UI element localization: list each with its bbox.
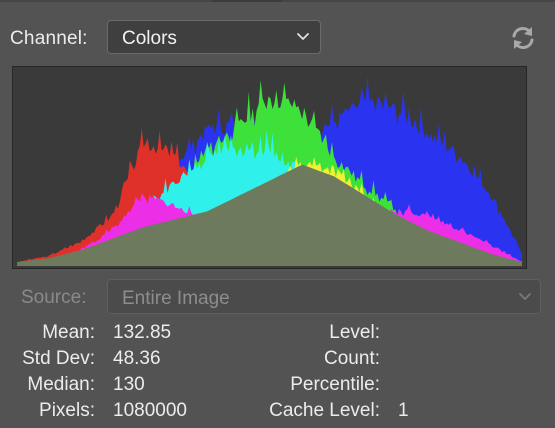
source-row: Source: Entire Image: [21, 279, 541, 315]
histogram-panel: Channel: Colors Source: Entire Image Mea…: [0, 0, 555, 428]
std-dev-label: Std Dev:: [22, 348, 95, 369]
panel-top-border: [0, 0, 555, 2]
channel-label: Channel:: [10, 28, 88, 49]
chevron-down-icon: [297, 33, 309, 40]
statistics-block: Mean: 132.85 Std Dev: 48.36 Median: 130 …: [0, 320, 555, 428]
level-label: Level:: [329, 322, 380, 343]
refresh-icon[interactable]: [510, 25, 536, 51]
channel-select[interactable]: Colors: [107, 20, 321, 54]
percentile-label: Percentile:: [290, 374, 380, 395]
cache-level-value: 1: [398, 400, 409, 421]
chevron-down-icon: [519, 293, 531, 300]
histogram-svg: [17, 75, 522, 266]
source-select-value: Entire Image: [122, 288, 230, 309]
pixels-label: Pixels:: [39, 400, 95, 421]
source-select[interactable]: Entire Image: [107, 279, 541, 314]
source-label: Source:: [21, 287, 87, 308]
count-label: Count:: [324, 348, 380, 369]
std-dev-value: 48.36: [113, 348, 161, 369]
median-label: Median:: [27, 374, 95, 395]
pixels-value: 1080000: [113, 400, 187, 421]
channel-row: Channel: Colors: [10, 20, 545, 56]
mean-value: 132.85: [113, 322, 172, 343]
panel-tab-notch: [212, 0, 282, 2]
cache-level-label: Cache Level:: [269, 400, 380, 421]
mean-label: Mean:: [42, 322, 95, 343]
histogram-chart: [12, 66, 527, 269]
median-value: 130: [113, 374, 145, 395]
channel-select-value: Colors: [122, 28, 177, 49]
